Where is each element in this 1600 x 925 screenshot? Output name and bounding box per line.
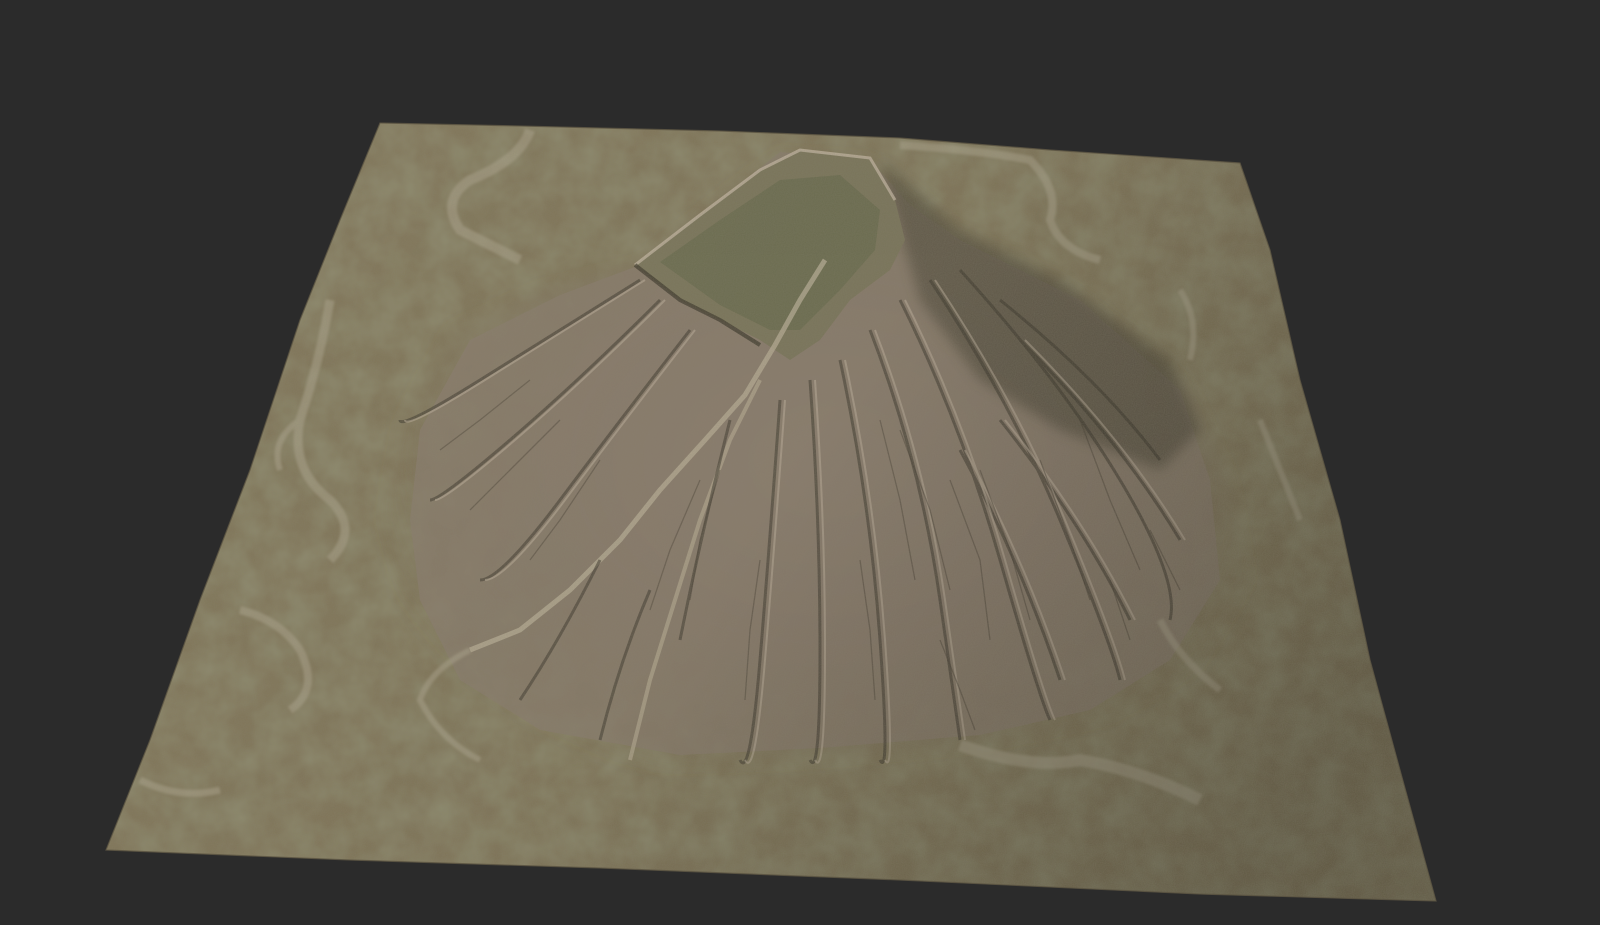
terrain-render — [105, 122, 1437, 902]
3d-viewport[interactable] — [0, 0, 1600, 925]
terrain-plate — [106, 123, 1436, 901]
